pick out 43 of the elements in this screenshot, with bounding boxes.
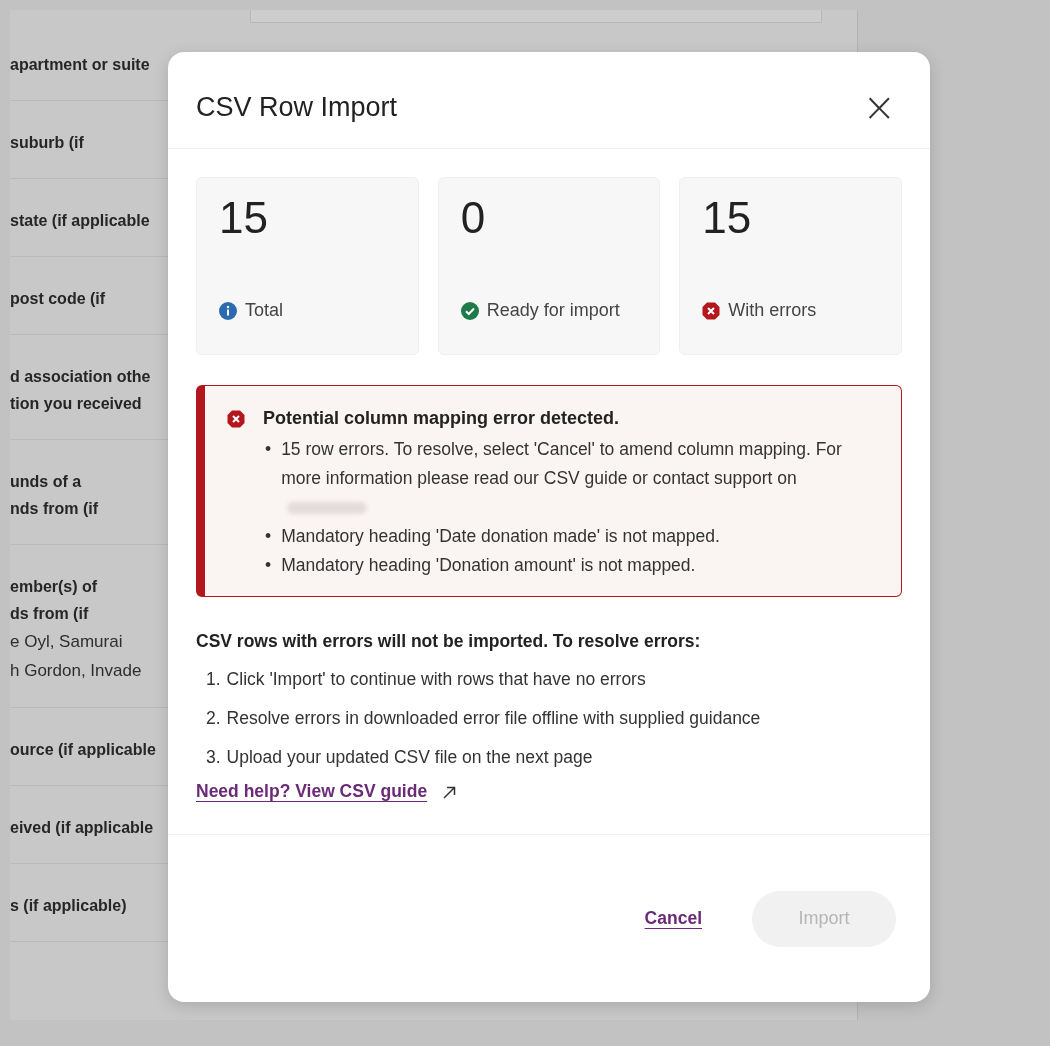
stat-value: 15 [219,192,269,244]
form-label: suburb (if [10,133,84,153]
stat-label: Total [245,300,284,321]
form-label: ds from (if [10,604,89,624]
bullet: • [265,554,272,577]
form-label: post code (if [10,289,106,309]
error-icon [702,301,721,320]
bullet: • [265,438,272,461]
step-number: 2. [206,707,221,730]
alert-item: 15 row errors. To resolve, select 'Cancel' to amend column mapping. For more information please read our CSV guide or contact support on [281,439,842,488]
form-value: h Gordon, Invade [10,660,142,682]
form-label: ource (if applicable [10,740,156,760]
step-text: Resolve errors in downloaded error file offline with supplied guidance [226,707,761,730]
step-text: Click 'Import' to continue with rows that have no errors [226,668,646,691]
form-label: apartment or suite [10,55,150,75]
stat-label: Ready for import [486,300,620,321]
stat-value: 0 [460,192,487,244]
step-text: Upload your updated CSV file on the next page [226,746,593,769]
alert-item: Mandatory heading 'Donation amount' is not mapped. [281,555,696,575]
instructions-heading: CSV rows with errors will not be imported. To resolve errors: [196,631,702,652]
form-label: ember(s) of [10,577,98,597]
help-link[interactable]: Need help? View CSV guide [196,781,428,802]
form-label: nds from (if [10,499,98,519]
info-icon [219,301,237,320]
form-label: state (if applicable [10,211,150,231]
check-icon [460,301,479,320]
form-label: d association othe [10,367,151,387]
close-button[interactable]: × [856,87,902,127]
form-value: e Oyl, Samurai [10,631,123,653]
alert-title: Potential column mapping error detected. [263,408,620,429]
step-number: 3. [206,746,221,769]
stat-label: With errors [728,300,817,321]
bullet: • [265,525,272,548]
dialog-title: CSV Row Import [196,91,398,123]
form-label: unds of a [10,472,82,492]
stat-value: 15 [702,192,753,244]
cancel-link[interactable]: Cancel [644,908,702,929]
alert-item: Mandatory heading 'Date donation made' is not mapped. [281,526,720,546]
step-number: 1. [206,668,221,691]
form-label: tion you received [10,394,142,414]
form-label: eived (if applicable [10,818,154,838]
form-label: s (if applicable) [10,896,127,916]
error-icon [227,409,245,428]
